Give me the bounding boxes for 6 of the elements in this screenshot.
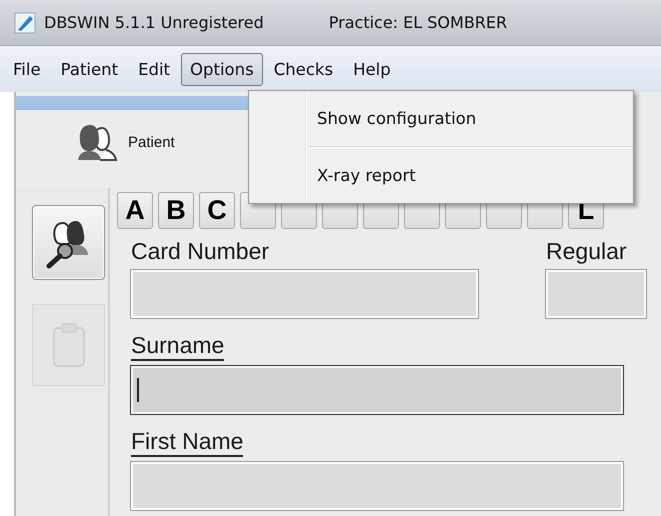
- field-label: First Name: [131, 428, 244, 457]
- field-label: Card Number: [131, 238, 270, 265]
- field-label: Surname: [131, 332, 224, 361]
- practice-name: Practice: EL SOMBRER: [328, 13, 508, 32]
- window-title: DBSWIN 5.1.1 Unregistered: [44, 13, 264, 32]
- field-label: Regular: [546, 238, 627, 265]
